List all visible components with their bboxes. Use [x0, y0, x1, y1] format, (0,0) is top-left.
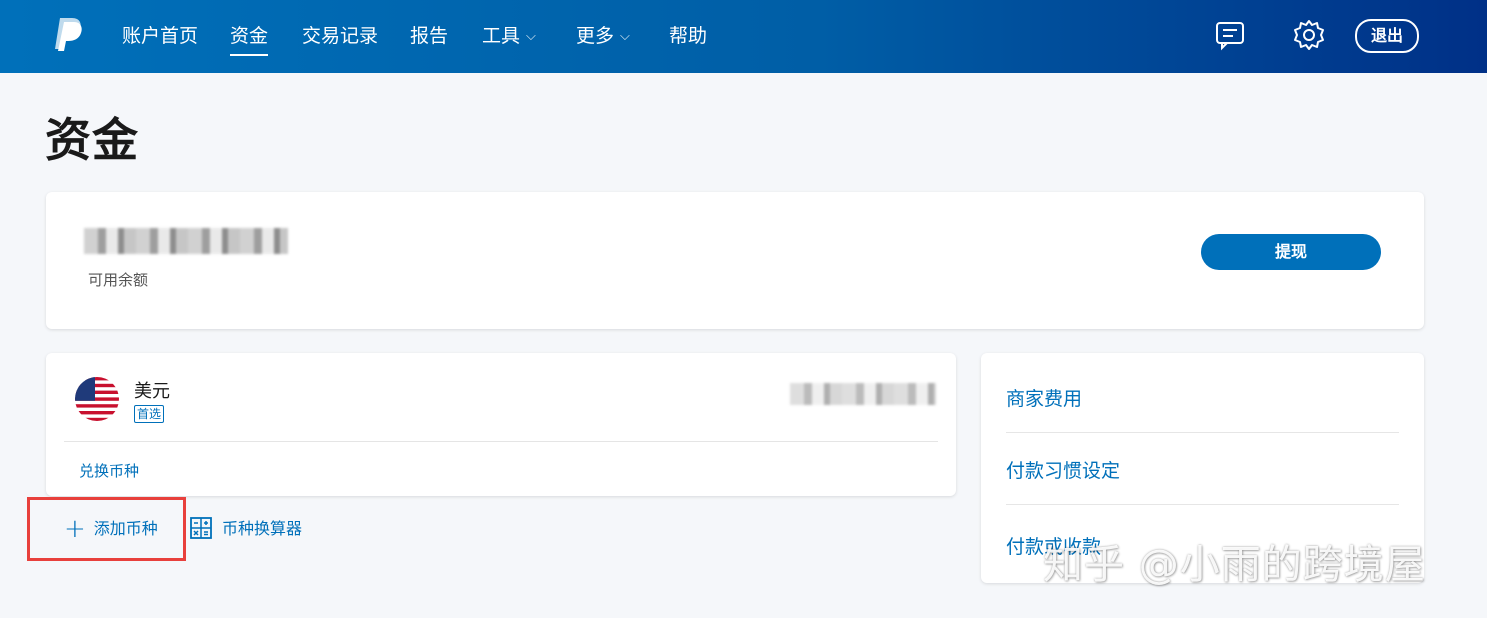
nav-item-help[interactable]: 帮助 [669, 22, 707, 50]
nav-item-transactions[interactable]: 交易记录 [302, 22, 378, 50]
watermark: 知乎 @小雨的跨境屋 [1043, 542, 1426, 588]
logout-button[interactable]: 退出 [1355, 19, 1419, 53]
nav-item-account-home[interactable]: 账户首页 [122, 22, 198, 50]
convert-currency-link[interactable]: 兑换币种 [79, 460, 139, 481]
nav-item-funds[interactable]: 资金 [230, 22, 269, 56]
nav-item-reports[interactable]: 报告 [410, 22, 448, 50]
currency-calculator-label: 币种换算器 [222, 519, 303, 538]
nav-item-tools[interactable]: 工具 ⌵ [482, 22, 536, 50]
preferred-badge: 首选 [134, 405, 165, 423]
withdraw-button[interactable]: 提现 [1201, 234, 1381, 270]
currency-amount-redacted [790, 383, 936, 405]
highlight-box [27, 497, 186, 561]
calculator-icon [190, 517, 212, 539]
page-title: 资金 [45, 113, 139, 167]
us-flag-icon [75, 377, 119, 421]
available-balance-label: 可用余额 [88, 271, 149, 289]
payment-preferences-link[interactable]: 付款习惯设定 [1006, 456, 1120, 483]
currency-calculator-button[interactable]: 币种换算器 [190, 517, 302, 541]
balance-amount-redacted [84, 228, 288, 254]
nav-item-more[interactable]: 更多 ⌵ [576, 22, 630, 50]
currency-card: 美元 首选 兑换币种 [46, 353, 956, 496]
balance-card: 可用余额 提现 [46, 192, 1424, 329]
chevron-down-icon: ⌵ [526, 29, 536, 44]
chevron-down-icon: ⌵ [620, 29, 630, 44]
gear-icon[interactable] [1291, 17, 1327, 53]
message-icon[interactable] [1212, 17, 1248, 53]
currency-name: 美元 [134, 381, 170, 402]
top-nav-bar: 账户首页 资金 交易记录 报告 工具 ⌵ 更多 ⌵ 帮助 退出 [0, 0, 1487, 73]
paypal-logo[interactable] [52, 16, 84, 52]
divider [1006, 504, 1399, 505]
merchant-fees-link[interactable]: 商家费用 [1006, 384, 1082, 411]
divider [1006, 432, 1399, 433]
divider [64, 441, 938, 442]
